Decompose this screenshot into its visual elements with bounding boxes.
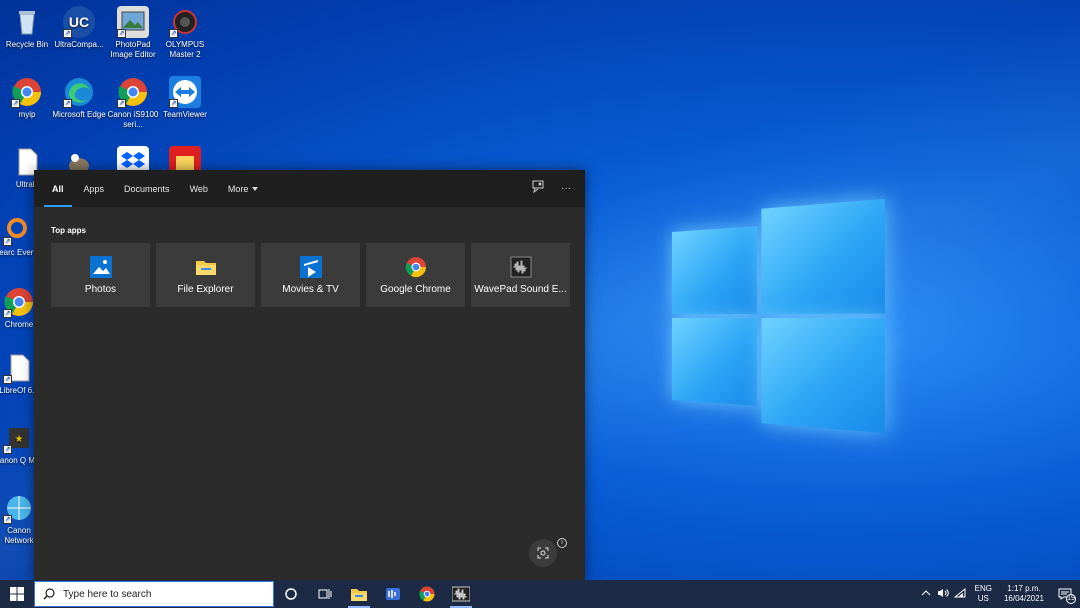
ultracompare-icon: UC ↗: [63, 6, 95, 38]
tab-documents[interactable]: Documents: [114, 170, 180, 207]
task-view-icon: [318, 589, 332, 599]
search-panel: All Apps Documents Web More ··· Top apps…: [34, 170, 585, 580]
tab-more[interactable]: More: [218, 170, 269, 207]
app-tile-file-explorer[interactable]: File Explorer: [156, 243, 255, 307]
start-button[interactable]: [0, 580, 34, 608]
top-apps-list: Photos File Explorer Movies & TV Google …: [51, 243, 570, 307]
chrome-icon: [419, 586, 435, 602]
system-tray: ENG US 1:17 p.m. 16/04/2021 19: [918, 580, 1080, 608]
taskbar-search-box[interactable]: [34, 581, 274, 607]
app-tile-photos[interactable]: Photos: [51, 243, 150, 307]
more-options-icon[interactable]: ···: [561, 183, 571, 194]
taskbar-file-explorer[interactable]: [342, 580, 376, 608]
cortana-button[interactable]: [274, 580, 308, 608]
wavepad-logo-icon: [386, 588, 400, 600]
taskbar-wavepad[interactable]: [444, 580, 478, 608]
windows-icon: [10, 587, 24, 601]
edge-icon: ↗: [63, 76, 95, 108]
notification-count: 19: [1066, 594, 1076, 604]
desktop-icon-photopad[interactable]: ↗ PhotoPad Image Editor: [106, 4, 160, 60]
search-everything-icon: ↗: [3, 214, 35, 246]
photopad-icon: ↗: [117, 6, 149, 38]
feedback-icon[interactable]: [531, 179, 545, 198]
tab-all[interactable]: All: [42, 170, 74, 207]
windows-logo-wallpaper: [672, 198, 886, 434]
app-tile-wavepad[interactable]: WavePad Sound E...: [471, 243, 570, 307]
olympus-icon: ↗: [169, 6, 201, 38]
taskbar-chrome[interactable]: [410, 580, 444, 608]
file-explorer-icon: [195, 256, 217, 278]
search-icon: [43, 588, 55, 600]
photos-icon: [89, 255, 112, 278]
network-icon: ↗: [3, 492, 35, 524]
chevron-up-icon[interactable]: [918, 588, 935, 600]
clock[interactable]: 1:17 p.m. 16/04/2021: [998, 584, 1050, 604]
teamviewer-icon: ↗: [169, 76, 201, 108]
tab-apps[interactable]: Apps: [74, 170, 115, 207]
wavepad-icon: [510, 256, 532, 278]
taskbar-wavepad-app[interactable]: [376, 580, 410, 608]
info-icon[interactable]: i: [557, 538, 567, 548]
search-tabs: All Apps Documents Web More ···: [34, 170, 585, 207]
movies-tv-icon: [299, 255, 322, 278]
desktop-icon-olympus[interactable]: ↗ OLYMPUS Master 2: [158, 4, 212, 60]
chrome-icon: ↗: [3, 286, 35, 318]
desktop-icon-recycle-bin[interactable]: Recycle Bin: [0, 4, 54, 50]
volume-icon[interactable]: [935, 588, 952, 600]
canon-icon: ★ ↗: [3, 422, 35, 454]
chrome-icon: ↗: [117, 76, 149, 108]
svg-text:UC: UC: [69, 14, 89, 30]
taskbar: ENG US 1:17 p.m. 16/04/2021 19: [0, 580, 1080, 608]
chrome-icon: ↗: [11, 76, 43, 108]
svg-text:★: ★: [15, 434, 24, 445]
capture-icon: [537, 547, 549, 559]
action-center-button[interactable]: 19: [1050, 580, 1080, 608]
recycle-bin-icon: [11, 6, 43, 38]
file-explorer-icon: [351, 589, 367, 601]
tab-web[interactable]: Web: [180, 170, 218, 207]
chevron-down-icon: [252, 186, 259, 191]
app-tile-google-chrome[interactable]: Google Chrome: [366, 243, 465, 307]
search-input[interactable]: [63, 588, 263, 600]
network-icon[interactable]: [952, 587, 969, 600]
desktop-icon-teamviewer[interactable]: ↗ TeamViewer: [158, 74, 212, 120]
task-view-button[interactable]: [308, 580, 342, 608]
chrome-icon: [405, 256, 427, 278]
desktop-icon-edge[interactable]: ↗ Microsoft Edge: [52, 74, 106, 120]
document-icon: ↗: [3, 352, 35, 384]
desktop-icon-ultracompare[interactable]: UC ↗ UltraCompa...: [52, 4, 106, 50]
section-title: Top apps: [51, 226, 86, 235]
desktop-icon-myip[interactable]: ↗ myip: [0, 74, 54, 120]
wavepad-icon: [452, 586, 470, 602]
app-tile-movies-tv[interactable]: Movies & TV: [261, 243, 360, 307]
screen-capture-button[interactable]: [529, 539, 557, 567]
language-indicator[interactable]: ENG US: [969, 584, 998, 604]
cortana-icon: [285, 588, 297, 600]
desktop-icon-canon-chrome[interactable]: ↗ Canon iS9100 seri...: [106, 74, 160, 130]
